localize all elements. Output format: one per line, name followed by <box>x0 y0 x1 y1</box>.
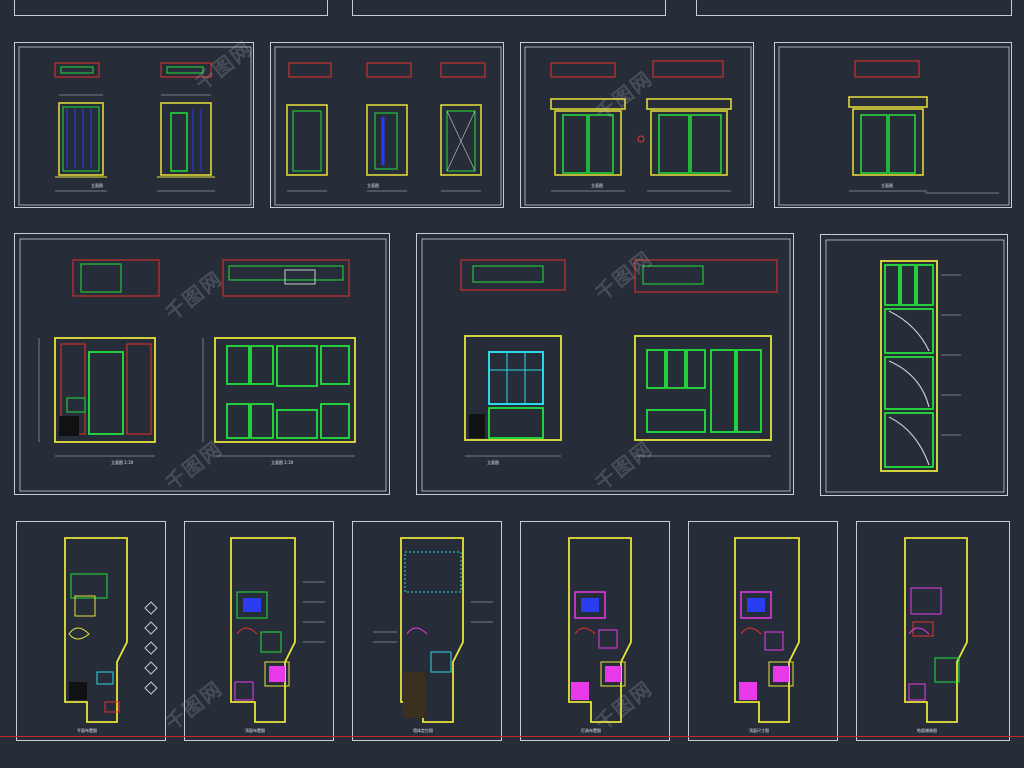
sheet-title: 顶面尺寸图 <box>749 728 769 733</box>
sheet-title: 立面图 1:30 <box>111 460 134 465</box>
floor-plan-drawing <box>904 537 968 723</box>
elevation-drawing <box>825 239 1005 493</box>
sheet-title: 立面图 1:30 <box>271 460 294 465</box>
floor-plan-drawing <box>373 537 493 723</box>
sheet-title: 立面图 <box>367 183 379 188</box>
floor-plan-sheet-5: 顶面尺寸图 <box>688 521 838 741</box>
top-partial-sheet <box>696 0 1012 16</box>
floor-plan-sheet-2: 顶面布置图 <box>184 521 334 741</box>
floor-plan-drawing <box>230 537 325 723</box>
tall-elevation-sheet <box>820 234 1008 496</box>
floor-plan-drawing <box>64 537 158 723</box>
elevation-drawing <box>421 238 791 492</box>
floor-plan-sheet-6: 地面铺装图 <box>856 521 1010 741</box>
sheet-title: 地面铺装图 <box>917 728 937 733</box>
elevation-drawing <box>18 46 252 206</box>
sheet-title: 灯具布置图 <box>581 728 601 733</box>
floor-plan-sheet-4: 灯具布置图 <box>520 521 670 741</box>
elevation-sheet-3: 立面图 <box>520 42 754 208</box>
sheet-title: 顶面布置图 <box>245 728 265 733</box>
kitchen-elevation-sheet-2: 立面图 <box>416 233 794 495</box>
sheet-title: 墙体定位图 <box>413 728 433 733</box>
sheet-title: 立面图 <box>91 183 103 188</box>
elevation-drawing <box>524 46 752 206</box>
elevation-sheet-2: 立面图 <box>270 42 504 208</box>
top-partial-sheet <box>14 0 328 16</box>
sheet-title: 立面图 <box>591 183 603 188</box>
sheet-title: 立面图 <box>487 460 499 465</box>
elevation-sheet-4: 立面图 <box>774 42 1012 208</box>
elevation-drawing <box>19 238 387 492</box>
floor-plan-drawing <box>568 537 632 723</box>
top-partial-sheet <box>352 0 666 16</box>
elevation-sheet-1: 立面图 <box>14 42 254 208</box>
kitchen-elevation-sheet-1: 立面图 1:30 立面图 1:30 <box>14 233 390 495</box>
floor-plan-drawing <box>734 537 800 723</box>
sheet-divider-line <box>0 736 1024 737</box>
floor-plan-sheet-1: 平面布置图 <box>16 521 166 741</box>
sheet-title: 立面图 <box>881 183 893 188</box>
sheet-title: 平面布置图 <box>77 728 97 733</box>
elevation-drawing <box>274 46 502 206</box>
elevation-drawing <box>778 46 1010 206</box>
floor-plan-sheet-3: 墙体定位图 <box>352 521 502 741</box>
